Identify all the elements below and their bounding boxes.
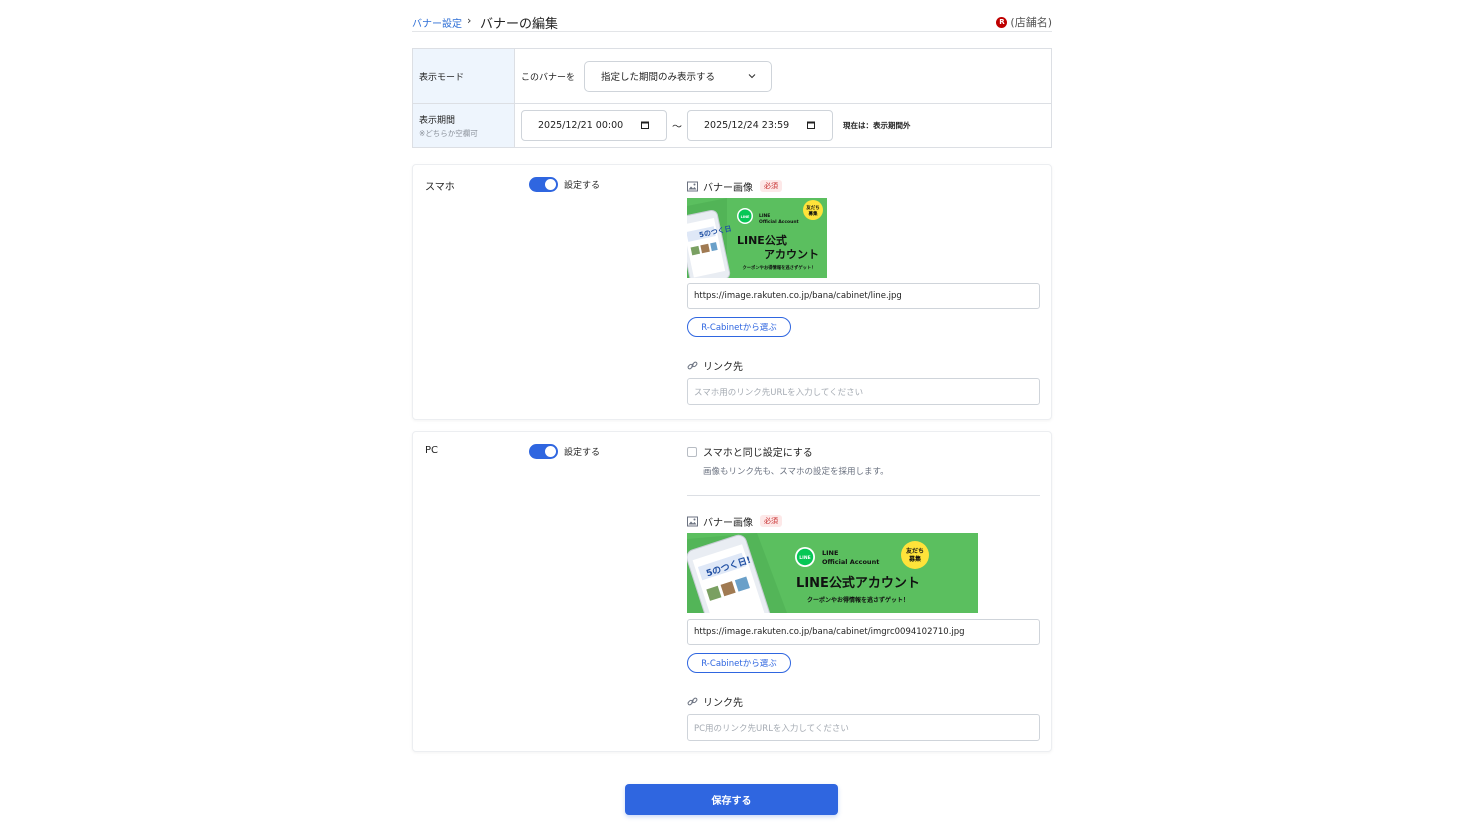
pc-toggle-group: 設定する (529, 444, 600, 459)
banner-badge-line1: 友だち (806, 204, 820, 211)
display-period-note: ※どちらか空欄可 (419, 128, 478, 138)
pc-link-label-text: リンク先 (703, 697, 743, 709)
smartphone-link-label-text: リンク先 (703, 361, 743, 373)
display-period-row: 表示期間 ※どちらか空欄可 2025/12/21 00:00 〜 2025/12… (413, 104, 1051, 147)
pc-image-url-input[interactable]: https://image.rakuten.co.jp/bana/cabinet… (687, 619, 1040, 645)
banner-sub-text: クーポンやお得情報を逃さずゲット！ (742, 264, 815, 271)
pc-toggle-label: 設定する (564, 448, 601, 458)
section-divider (687, 495, 1040, 496)
page-title: バナーの編集 (480, 17, 559, 32)
smartphone-toggle-group: 設定する (529, 177, 600, 192)
required-badge: 必須 (760, 180, 782, 192)
banner-sub-text: クーポンやお得情報を逃さずゲット！ (807, 596, 909, 604)
smartphone-rcabinet-wrap: R-Cabinetから選ぶ (687, 317, 1040, 337)
pc-image-label-text: バナー画像 (703, 517, 753, 529)
required-badge: 必須 (760, 515, 782, 527)
line-logo-icon: LINE (741, 215, 750, 219)
smartphone-link-placeholder: スマホ用のリンク先URLを入力してください (694, 387, 864, 398)
banner-oa-line1: LINE (759, 213, 770, 219)
banner-oa-line2: Official Account (822, 558, 879, 566)
pc-image-url-value: https://image.rakuten.co.jp/bana/cabinet… (694, 627, 965, 637)
end-datetime-input[interactable]: 2025/12/24 23:59 (687, 110, 833, 141)
pc-banner-preview: 5のつく日! LINE LINE Official Account 友だち 募集… (687, 533, 978, 613)
pc-settings-card: PC 設定する スマホと同じ設定にする 画像もリンク先も、スマホの設定を採用しま… (412, 431, 1052, 752)
end-datetime-value: 2025/12/24 23:59 (704, 120, 790, 131)
banner-badge-line2: 募集 (808, 210, 818, 217)
banner-badge-line1: 友だち (905, 547, 924, 555)
banner-oa-line1: LINE (822, 549, 838, 557)
pc-rcabinet-wrap: R-Cabinetから選ぶ (687, 653, 1040, 673)
shop-name: R (店舗名) (996, 14, 1052, 30)
display-settings-table: 表示モード このバナーを 指定した期間のみ表示する 表示期間 ※どちらか空欄可 … (412, 48, 1052, 148)
smartphone-image-url-value: https://image.rakuten.co.jp/bana/cabinet… (694, 291, 902, 301)
display-mode-row: 表示モード このバナーを 指定した期間のみ表示する (413, 49, 1051, 104)
line-logo-icon: LINE (799, 555, 810, 561)
breadcrumb-banner-settings-link[interactable]: バナー設定 (412, 15, 462, 30)
smartphone-link-input[interactable]: スマホ用のリンク先URLを入力してください (687, 378, 1040, 405)
pc-link-input[interactable]: PC用のリンク先URLを入力してください (687, 714, 1040, 741)
banner-main-text: LINE公式アカウント (796, 575, 920, 591)
calendar-icon[interactable] (806, 120, 816, 130)
smartphone-banner-fields: バナー画像 必須 5のつく日 LINE LINE Official Accoun… (687, 179, 1040, 405)
display-mode-prefix: このバナーを (521, 72, 576, 83)
pc-banner-fields: スマホと同じ設定にする 画像もリンク先も、スマホの設定を採用します。 バナー画像… (687, 444, 1040, 741)
banner-main-line2: アカウント (764, 248, 819, 261)
page-header: バナー設定 › バナーの編集 R (店舗名) (412, 12, 1052, 32)
pc-link-label: リンク先 (687, 694, 1040, 709)
pc-link-placeholder: PC用のリンク先URLを入力してください (694, 723, 849, 734)
calendar-icon[interactable] (640, 120, 650, 130)
shop-name-text: (店舗名) (1010, 16, 1052, 29)
banner-badge-line2: 募集 (908, 555, 922, 563)
smartphone-image-label: バナー画像 必須 (687, 179, 1040, 194)
pc-image-label: バナー画像 必須 (687, 514, 1040, 529)
same-as-smartphone-label: スマホと同じ設定にする (703, 448, 813, 459)
smartphone-enable-toggle[interactable] (529, 177, 558, 192)
same-as-smartphone-option[interactable]: スマホと同じ設定にする (687, 444, 1040, 459)
display-period-label-text: 表示期間 (419, 115, 456, 126)
chevron-down-icon (748, 73, 756, 78)
same-as-smartphone-description: 画像もリンク先も、スマホの設定を採用します。 (703, 467, 889, 477)
image-icon (687, 181, 698, 191)
display-period-body: 2025/12/21 00:00 〜 2025/12/24 23:59 現在は：… (515, 104, 1051, 147)
smartphone-image-url-input[interactable]: https://image.rakuten.co.jp/bana/cabinet… (687, 283, 1040, 309)
rakuten-r-icon: R (996, 16, 1008, 28)
smartphone-banner-preview: 5のつく日 LINE LINE Official Account 友だち 募集 … (687, 198, 827, 278)
smartphone-image-label-text: バナー画像 (703, 182, 753, 194)
start-datetime-input[interactable]: 2025/12/21 00:00 (521, 110, 667, 141)
link-icon (687, 697, 698, 705)
display-mode-label-text: 表示モード (419, 72, 465, 83)
link-icon (687, 361, 698, 369)
smartphone-toggle-label: 設定する (564, 181, 601, 191)
smartphone-card-title: スマホ (425, 182, 455, 193)
pc-enable-toggle[interactable] (529, 444, 558, 459)
display-mode-label: 表示モード (413, 49, 515, 103)
smartphone-link-label: リンク先 (687, 358, 1040, 373)
image-icon (687, 516, 698, 526)
display-mode-selected-value: 指定した期間のみ表示する (601, 72, 716, 83)
period-status: 現在は：表示期間外 (843, 121, 911, 130)
banner-main-line1: LINE公式 (737, 233, 787, 247)
display-mode-select[interactable]: 指定した期間のみ表示する (584, 60, 773, 92)
display-mode-body: このバナーを 指定した期間のみ表示する (515, 49, 1051, 103)
smartphone-settings-card: スマホ 設定する バナー画像 必須 5のつく日 LINE LINE Offici… (412, 164, 1052, 420)
display-period-label: 表示期間 ※どちらか空欄可 (413, 104, 515, 147)
smartphone-rcabinet-button[interactable]: R-Cabinetから選ぶ (687, 317, 791, 337)
pc-rcabinet-button[interactable]: R-Cabinetから選ぶ (687, 653, 791, 673)
breadcrumb-chevron-icon: › (467, 14, 472, 27)
save-button[interactable]: 保存する (625, 784, 838, 815)
same-as-smartphone-checkbox[interactable] (687, 446, 697, 457)
pc-card-title: PC (425, 445, 439, 456)
banner-oa-line2: Official Account (759, 219, 800, 225)
start-datetime-value: 2025/12/21 00:00 (538, 120, 624, 131)
period-separator: 〜 (672, 122, 682, 133)
